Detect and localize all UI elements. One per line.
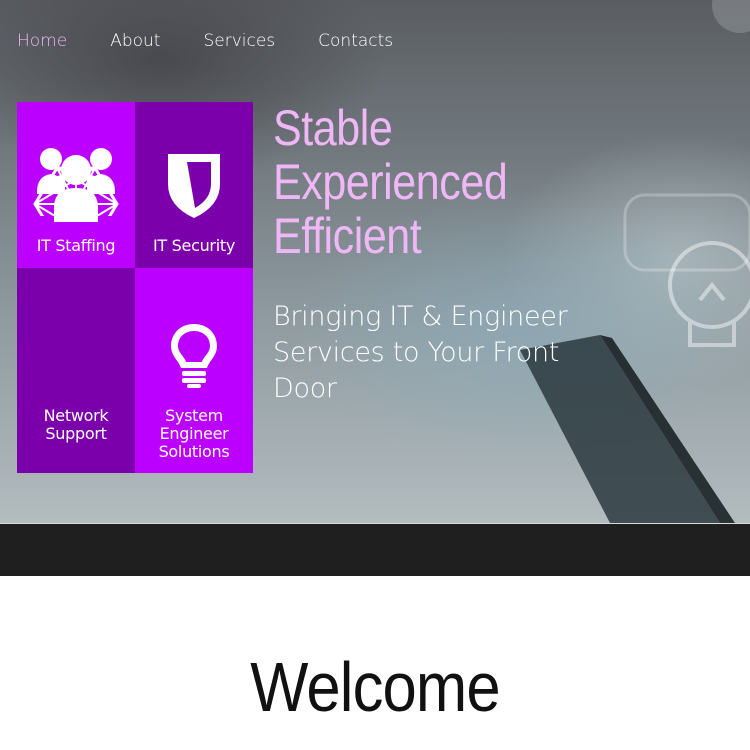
tile-system-engineer-solutions[interactable]: System Engineer Solutions — [135, 268, 253, 473]
hero-subline: Bringing IT & Engineer Services to Your … — [273, 301, 568, 404]
tile-network-support[interactable]: Network Support — [17, 166, 135, 473]
nav-contacts[interactable]: Contacts — [318, 29, 393, 53]
service-tiles: IT Staffing IT Security Network Support … — [17, 102, 253, 473]
network-icon — [33, 166, 119, 216]
tile-label: IT Staffing — [36, 236, 116, 255]
tile-label: Network Support — [43, 406, 109, 443]
nav-services[interactable]: Services — [203, 29, 275, 53]
main-nav: Home About Services Contacts — [17, 29, 436, 53]
lightbulb-icon — [171, 324, 217, 388]
shield-icon — [168, 154, 220, 218]
dark-band — [0, 523, 750, 576]
hero-headline: Stable Experienced Efficient — [273, 100, 508, 264]
nav-about[interactable]: About — [110, 29, 160, 53]
nav-home[interactable]: Home — [17, 29, 67, 53]
tile-label: System Engineer Solutions — [158, 406, 230, 461]
hero-section: Home About Services Contacts IT Staffing — [0, 0, 750, 523]
tile-it-security[interactable]: IT Security — [135, 102, 253, 268]
tile-label: IT Security — [153, 236, 235, 255]
welcome-title: Welcome — [250, 648, 500, 726]
